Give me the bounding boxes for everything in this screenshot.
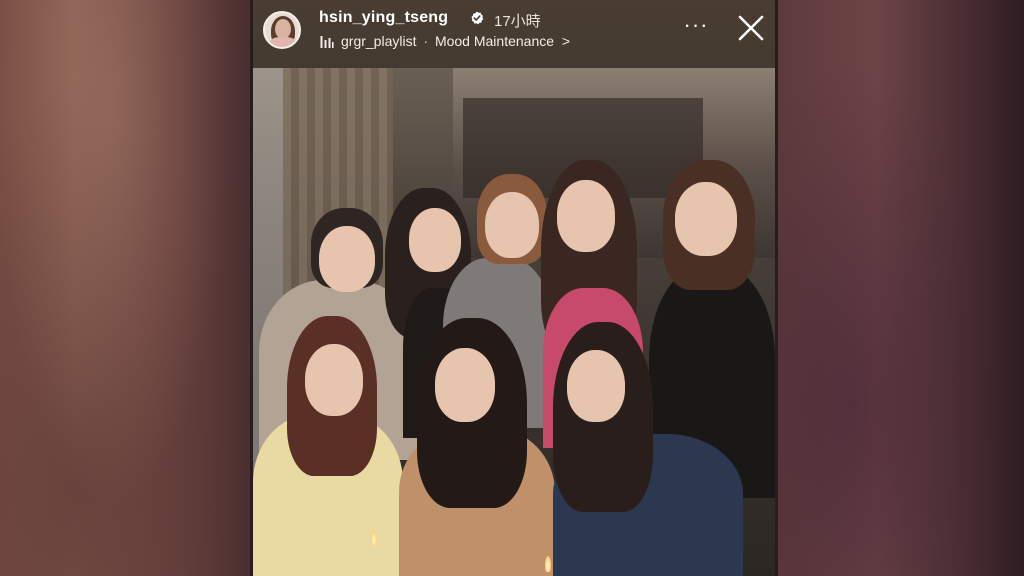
playlist-name: grgr_playlist bbox=[341, 33, 417, 49]
music-attribution[interactable]: grgr_playlist · Mood Maintenance > bbox=[341, 33, 570, 49]
story-photo bbox=[253, 68, 775, 576]
track-name: Mood Maintenance bbox=[434, 33, 555, 49]
chevron-right-icon: > bbox=[561, 33, 571, 49]
blurred-background-left bbox=[0, 0, 250, 576]
profile-avatar[interactable] bbox=[263, 11, 301, 49]
more-icon[interactable]: ··· bbox=[683, 14, 709, 36]
music-bars-icon bbox=[320, 36, 334, 48]
blurred-background-right bbox=[778, 0, 1024, 576]
music-separator: · bbox=[423, 33, 429, 49]
username[interactable]: hsin_ying_tseng bbox=[319, 9, 448, 27]
story-viewer: hsin_ying_tseng 17小時 grgr_playlist · Moo… bbox=[253, 0, 775, 576]
post-time: 17小時 bbox=[494, 13, 541, 30]
story-header: hsin_ying_tseng 17小時 grgr_playlist · Moo… bbox=[253, 0, 775, 68]
verified-badge-icon bbox=[471, 11, 484, 25]
close-icon[interactable] bbox=[737, 14, 765, 42]
